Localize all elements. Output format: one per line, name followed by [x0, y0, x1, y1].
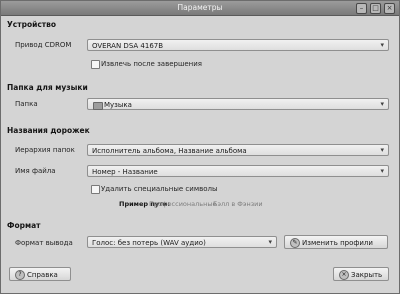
- preferences-dialog: Параметры – □ × Устройство Привод CDROM …: [0, 0, 400, 294]
- help-label: Справка: [27, 270, 58, 279]
- minimize-icon[interactable]: –: [356, 3, 367, 14]
- drive-combo[interactable]: OVERAN DSA 4167B ▾: [87, 39, 389, 51]
- chevron-down-icon: ▾: [380, 146, 384, 154]
- edit-profiles-label: Изменить профили: [302, 238, 373, 247]
- file-name-label: Имя файла: [15, 167, 56, 175]
- edit-icon: ✎: [290, 238, 300, 248]
- close-x-icon: ×: [339, 270, 349, 280]
- maximize-icon[interactable]: □: [370, 3, 381, 14]
- folder-hierarchy-label: Иерархия папок: [15, 146, 75, 154]
- file-name-combo[interactable]: Номер - Название ▾: [87, 165, 389, 177]
- strip-special-chars-checkbox[interactable]: [91, 185, 100, 194]
- strip-special-chars-label: Удалить специальные символы: [101, 185, 218, 193]
- close-label: Закрыть: [351, 270, 383, 279]
- music-folder-section-title: Папка для музыки: [7, 83, 88, 92]
- title-bar: Параметры – □ ×: [1, 1, 399, 16]
- sample-path-file: Бэлл в Фэнзии: [213, 200, 263, 208]
- output-format-value: Голос: без потерь (WAV аудио): [92, 238, 206, 247]
- file-name-value: Номер - Название: [92, 167, 158, 176]
- window-title: Параметры: [177, 3, 223, 12]
- folder-value: Музыка: [104, 100, 132, 109]
- close-button[interactable]: × Закрыть: [333, 267, 389, 281]
- folder-hierarchy-value: Исполнитель альбома, Название альбома: [92, 146, 247, 155]
- sample-path-folder: Профессиональные: [149, 200, 217, 208]
- device-section-title: Устройство: [7, 20, 57, 29]
- output-format-combo[interactable]: Голос: без потерь (WAV аудио) ▾: [87, 236, 277, 248]
- folder-label: Папка: [15, 100, 38, 108]
- chevron-down-icon: ▾: [380, 41, 384, 49]
- folder-icon: [93, 101, 103, 110]
- edit-profiles-button[interactable]: ✎ Изменить профили: [284, 235, 388, 249]
- track-names-section-title: Названия дорожек: [7, 126, 90, 135]
- eject-label: Извлечь после завершения: [101, 60, 203, 68]
- chevron-down-icon: ▾: [380, 100, 384, 108]
- output-format-label: Формат вывода: [15, 239, 73, 247]
- drive-value: OVERAN DSA 4167B: [92, 41, 164, 50]
- folder-hierarchy-combo[interactable]: Исполнитель альбома, Название альбома ▾: [87, 144, 389, 156]
- eject-checkbox[interactable]: [91, 60, 100, 69]
- drive-label: Привод CDROM: [15, 41, 72, 49]
- help-button[interactable]: ? Справка: [9, 267, 71, 281]
- folder-chooser[interactable]: Музыка ▾: [87, 98, 389, 110]
- chevron-down-icon: ▾: [268, 238, 272, 246]
- window-controls: – □ ×: [356, 3, 395, 14]
- format-section-title: Формат: [7, 221, 41, 230]
- help-icon: ?: [15, 270, 25, 280]
- chevron-down-icon: ▾: [380, 167, 384, 175]
- close-icon[interactable]: ×: [384, 3, 395, 14]
